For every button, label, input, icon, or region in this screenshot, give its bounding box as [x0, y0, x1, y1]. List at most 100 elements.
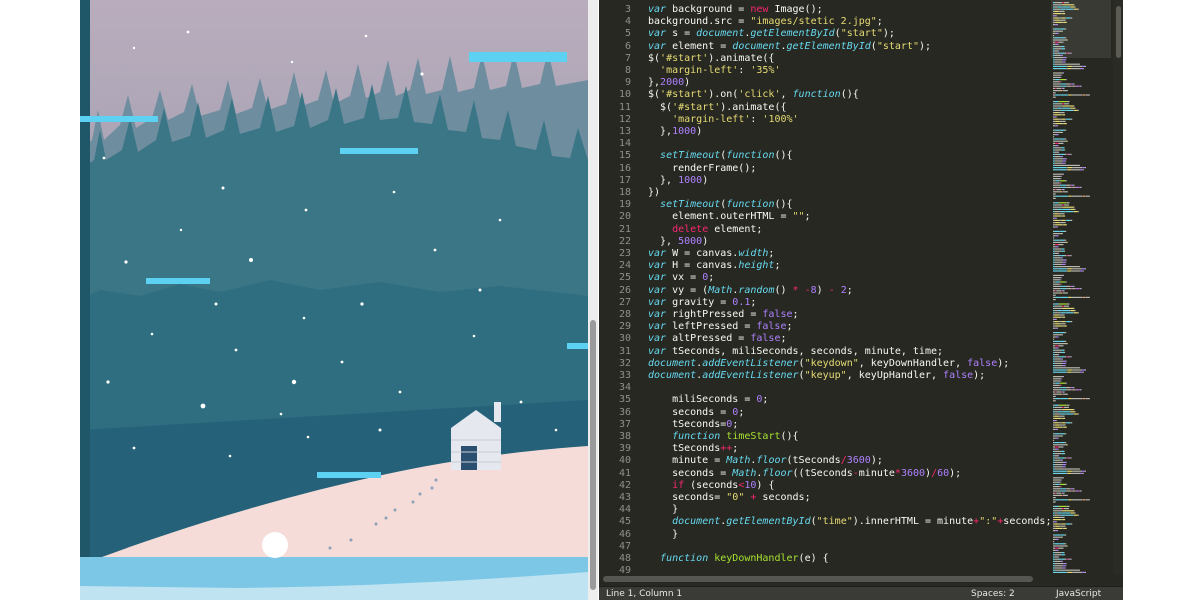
- code-token: floor: [756, 455, 787, 467]
- minimap-token: [1062, 494, 1063, 496]
- minimap-token: [1074, 107, 1076, 109]
- code-line[interactable]: var altPressed = false;: [648, 333, 787, 345]
- code-line[interactable]: function keyDownHandler(e) {: [648, 553, 829, 565]
- code-line[interactable]: renderFrame();: [648, 163, 756, 175]
- vertical-scrollbar[interactable]: [1113, 0, 1123, 574]
- line-number: 45: [618, 516, 631, 528]
- code-line[interactable]: var s = document.getElementById("start")…: [648, 28, 895, 40]
- minimap-token: [1077, 211, 1079, 213]
- minimap-token: [1062, 90, 1063, 92]
- code-line[interactable]: document.addEventListener("keydown", key…: [648, 358, 1009, 370]
- code-line[interactable]: }, 5000): [648, 236, 708, 248]
- minimap-token: [1064, 558, 1067, 560]
- minimap-token: [1053, 365, 1055, 367]
- code-line[interactable]: $('#start').on('click', function(){: [648, 89, 859, 101]
- minimap-token: [1057, 68, 1058, 70]
- code-line[interactable]: 'margin-left': '100%': [648, 114, 798, 126]
- minimap-token: [1082, 369, 1085, 371]
- minimap-token: [1054, 112, 1059, 114]
- code-line[interactable]: seconds = 0;: [648, 407, 744, 419]
- minimap-token: [1053, 153, 1055, 155]
- minimap-token: [1059, 303, 1067, 305]
- minimap-token: [1061, 554, 1065, 556]
- code-line[interactable]: }: [648, 529, 678, 541]
- minimap-token: [1053, 356, 1055, 358]
- code-line[interactable]: tSeconds++;: [648, 443, 738, 455]
- code-line[interactable]: document.addEventListener("keyup", keyUp…: [648, 370, 985, 382]
- minimap-token: [1066, 288, 1072, 290]
- code-token: background.src =: [648, 16, 751, 28]
- code-line[interactable]: },1000): [648, 126, 702, 138]
- code-editor[interactable]: 3 4 5 6 7 8 9 10 11 12 13 14 15 16 17 18 19 20 21 22 23 24 25 2…: [599, 0, 1123, 600]
- minimap-token: [1060, 129, 1065, 131]
- minimap-token: [1060, 186, 1063, 188]
- syntax-selector[interactable]: JavaScript: [1056, 589, 1101, 599]
- minimap-token: [1064, 28, 1067, 30]
- code-line[interactable]: tSeconds=0;: [648, 419, 738, 431]
- minimap[interactable]: [1051, 0, 1111, 574]
- code-line[interactable]: element.outerHTML = "";: [648, 211, 811, 223]
- code-line[interactable]: $('#start').animate({: [648, 53, 774, 65]
- game-scrollbar-thumb[interactable]: [590, 320, 596, 590]
- code-token: ;: [792, 309, 799, 320]
- minimap-token: [1062, 411, 1071, 413]
- minimap-token: [1053, 492, 1056, 494]
- code-line[interactable]: setTimeout(function(){: [648, 150, 792, 162]
- code-line[interactable]: var tSeconds, miliSeconds, seconds, minu…: [648, 346, 943, 358]
- horizontal-scrollbar[interactable]: [603, 576, 1033, 582]
- minimap-token: [1058, 151, 1060, 153]
- code-line[interactable]: miliSeconds = 0;: [648, 394, 768, 406]
- code-line[interactable]: seconds = Math.floor((tSeconds-minute*36…: [648, 468, 961, 480]
- minimap-token: [1062, 215, 1066, 217]
- code-line[interactable]: }: [648, 504, 678, 516]
- minimap-token: [1054, 461, 1064, 463]
- code-line[interactable]: var background = new Image();: [648, 4, 823, 16]
- code-line[interactable]: $('#start').animate({: [648, 102, 786, 114]
- minimap-token: [1082, 195, 1084, 197]
- code-line[interactable]: setTimeout(function(){: [648, 199, 792, 211]
- minimap-token: [1060, 182, 1062, 184]
- minimap-token: [1073, 413, 1078, 415]
- code-line[interactable]: minute = Math.floor(tSeconds/3600);: [648, 455, 883, 467]
- minimap-token: [1071, 499, 1083, 501]
- minimap-token: [1068, 558, 1070, 560]
- code-line[interactable]: var W = canvas.width;: [648, 248, 774, 260]
- code-line[interactable]: var vx = 0;: [648, 272, 714, 284]
- code-line[interactable]: var element = document.getElementById("s…: [648, 41, 931, 53]
- code-line[interactable]: var leftPressed = false;: [648, 321, 793, 333]
- code-line[interactable]: document.getElementById("time").innerHTM…: [648, 516, 1051, 528]
- code-line[interactable]: var rightPressed = false;: [648, 309, 799, 321]
- code-line[interactable]: }, 1000): [648, 175, 708, 187]
- minimap-token: [1053, 417, 1055, 419]
- code-line[interactable]: background.src = "images/stetic 2.jpg";: [648, 16, 883, 28]
- code-line[interactable]: delete element;: [648, 224, 762, 236]
- minimap-token: [1071, 169, 1080, 171]
- code-line[interactable]: seconds= "0" + seconds;: [648, 492, 811, 504]
- game-scrollbar[interactable]: [588, 0, 598, 600]
- code-line[interactable]: if (seconds<10) {: [648, 480, 774, 492]
- code-token: seconds;: [756, 492, 811, 503]
- minimap-token: [1070, 153, 1071, 155]
- vertical-scrollbar-thumb[interactable]: [1116, 6, 1121, 58]
- code-line[interactable]: var gravity = 0.1;: [648, 297, 756, 309]
- code-line[interactable]: var vy = (Math.random() * -8) - 2;: [648, 285, 853, 297]
- code-token: delete: [672, 223, 709, 235]
- code-line[interactable]: },2000): [648, 77, 690, 89]
- minimap-token: [1065, 312, 1066, 314]
- minimap-token: [1053, 85, 1061, 87]
- code-area[interactable]: var background = new Image(); background.…: [648, 0, 1052, 574]
- indentation-setting[interactable]: Spaces: 2: [971, 589, 1015, 599]
- minimap-token: [1053, 250, 1055, 252]
- code-line[interactable]: var H = canvas.height;: [648, 260, 780, 272]
- code-line[interactable]: 'margin-left': '35%': [648, 65, 780, 77]
- code-line[interactable]: }): [648, 187, 660, 199]
- minimap-token: [1059, 281, 1061, 283]
- minimap-token: [1053, 169, 1058, 171]
- minimap-token: [1082, 571, 1085, 573]
- code-line[interactable]: function timeStart(){: [648, 431, 798, 443]
- minimap-token: [1057, 226, 1058, 228]
- platform: [340, 148, 418, 154]
- minimap-token: [1078, 288, 1079, 290]
- game-canvas[interactable]: [80, 0, 588, 600]
